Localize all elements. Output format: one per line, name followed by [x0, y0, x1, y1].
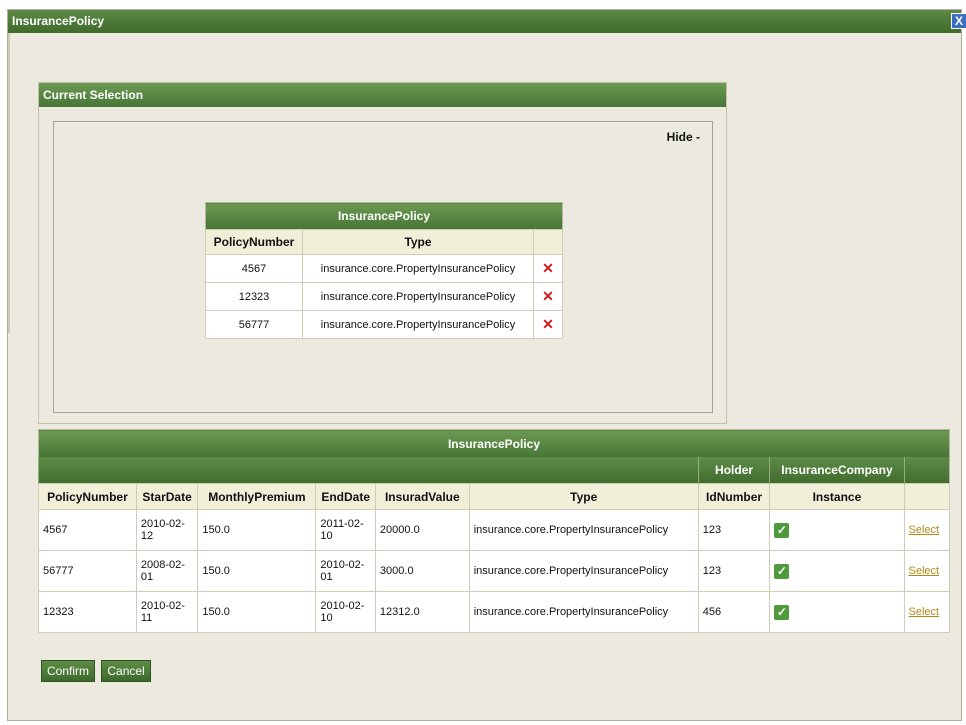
col-instance: Instance	[769, 483, 905, 510]
premium-cell: 150.0	[197, 550, 317, 592]
value-cell: 20000.0	[374, 509, 470, 551]
action-cell: Select	[903, 509, 951, 551]
premium-cell: 150.0	[197, 591, 317, 633]
action-cell: Select	[903, 591, 951, 633]
checkbox-checked-icon[interactable]: ✓	[774, 522, 790, 538]
col-policy-number: PolicyNumber	[205, 229, 303, 255]
table-row: 12323 2010-02-11 150.0 2010-02-10 12312.…	[38, 591, 951, 633]
confirm-button[interactable]: Confirm	[41, 660, 96, 682]
selection-policy-number: 56777	[205, 310, 303, 339]
group-header-action	[903, 457, 950, 484]
group-header-company: InsuranceCompany	[769, 457, 905, 484]
remove-icon[interactable]: ✕	[542, 288, 554, 304]
col-type: Type	[468, 483, 699, 510]
instance-cell: ✓	[769, 591, 905, 633]
col-end-date: EndDate	[315, 483, 376, 510]
button-bar: Confirm Cancel	[41, 660, 154, 682]
col-id-number: IdNumber	[697, 483, 771, 510]
star-date-cell: 2008-02-01	[135, 550, 199, 592]
hide-toggle[interactable]: Hide -	[667, 130, 700, 144]
col-insurad-value: InsuradValue	[374, 483, 470, 510]
value-cell: 3000.0	[374, 550, 470, 592]
current-selection-panel: Current Selection Hide - InsurancePolicy…	[38, 82, 727, 424]
selection-type: insurance.core.PropertyInsurancePolicy	[302, 254, 534, 283]
select-link[interactable]: Select	[909, 606, 940, 618]
id-number-cell: 123	[697, 550, 771, 592]
type-cell: insurance.core.PropertyInsurancePolicy	[468, 591, 699, 633]
close-icon[interactable]: X	[951, 13, 966, 29]
value-cell: 12312.0	[374, 591, 470, 633]
remove-icon[interactable]: ✕	[542, 260, 554, 276]
type-cell: insurance.core.PropertyInsurancePolicy	[468, 550, 699, 592]
instance-cell: ✓	[769, 509, 905, 551]
insurance-policy-dialog: InsurancePolicy X Current Selection Hide…	[7, 9, 966, 721]
results-table-caption: InsurancePolicy	[38, 429, 950, 457]
id-number-cell: 123	[697, 509, 771, 551]
group-header-holder: Holder	[697, 457, 770, 484]
table-row: 56777 2008-02-01 150.0 2010-02-01 3000.0…	[38, 550, 951, 592]
table-row: 4567 2010-02-12 150.0 2011-02-10 20000.0…	[38, 509, 951, 551]
star-date-cell: 2010-02-11	[135, 591, 199, 633]
col-action	[903, 483, 951, 510]
checkbox-checked-icon[interactable]: ✓	[774, 604, 790, 620]
remove-icon[interactable]: ✕	[542, 316, 554, 332]
star-date-cell: 2010-02-12	[135, 509, 199, 551]
id-number-cell: 456	[697, 591, 771, 633]
selection-row: 12323 insurance.core.PropertyInsurancePo…	[205, 282, 563, 311]
selection-type: insurance.core.PropertyInsurancePolicy	[302, 310, 534, 339]
type-cell: insurance.core.PropertyInsurancePolicy	[468, 509, 699, 551]
policy-number-cell: 4567	[38, 509, 137, 551]
col-star-date: StarDate	[135, 483, 199, 510]
select-link[interactable]: Select	[909, 565, 940, 577]
selection-table-caption: InsurancePolicy	[205, 202, 563, 230]
cancel-button[interactable]: Cancel	[101, 660, 151, 682]
selection-row: 4567 insurance.core.PropertyInsurancePol…	[205, 254, 563, 283]
dialog-title: InsurancePolicy	[12, 14, 105, 28]
selection-table: InsurancePolicy PolicyNumber Type 4567 i…	[205, 202, 563, 339]
dialog-titlebar: InsurancePolicy	[8, 10, 961, 33]
col-policy-number: PolicyNumber	[38, 483, 137, 510]
left-divider	[8, 33, 10, 333]
instance-cell: ✓	[769, 550, 905, 592]
group-header-empty	[38, 457, 699, 484]
col-type: Type	[302, 229, 534, 255]
end-date-cell: 2010-02-01	[315, 550, 376, 592]
policy-number-cell: 56777	[38, 550, 137, 592]
current-selection-title: Current Selection	[39, 83, 726, 107]
selection-policy-number: 4567	[205, 254, 303, 283]
end-date-cell: 2010-02-10	[315, 591, 376, 633]
current-selection-body: Hide - InsurancePolicy PolicyNumber Type…	[53, 121, 713, 413]
col-monthly-premium: MonthlyPremium	[197, 483, 317, 510]
checkbox-checked-icon[interactable]: ✓	[774, 563, 790, 579]
select-link[interactable]: Select	[909, 524, 940, 536]
results-table: InsurancePolicy Holder InsuranceCompany …	[38, 429, 951, 633]
premium-cell: 150.0	[197, 509, 317, 551]
action-cell: Select	[903, 550, 951, 592]
selection-type: insurance.core.PropertyInsurancePolicy	[302, 282, 534, 311]
end-date-cell: 2011-02-10	[315, 509, 376, 551]
selection-row: 56777 insurance.core.PropertyInsurancePo…	[205, 310, 563, 339]
policy-number-cell: 12323	[38, 591, 137, 633]
col-remove	[533, 229, 563, 255]
selection-policy-number: 12323	[205, 282, 303, 311]
